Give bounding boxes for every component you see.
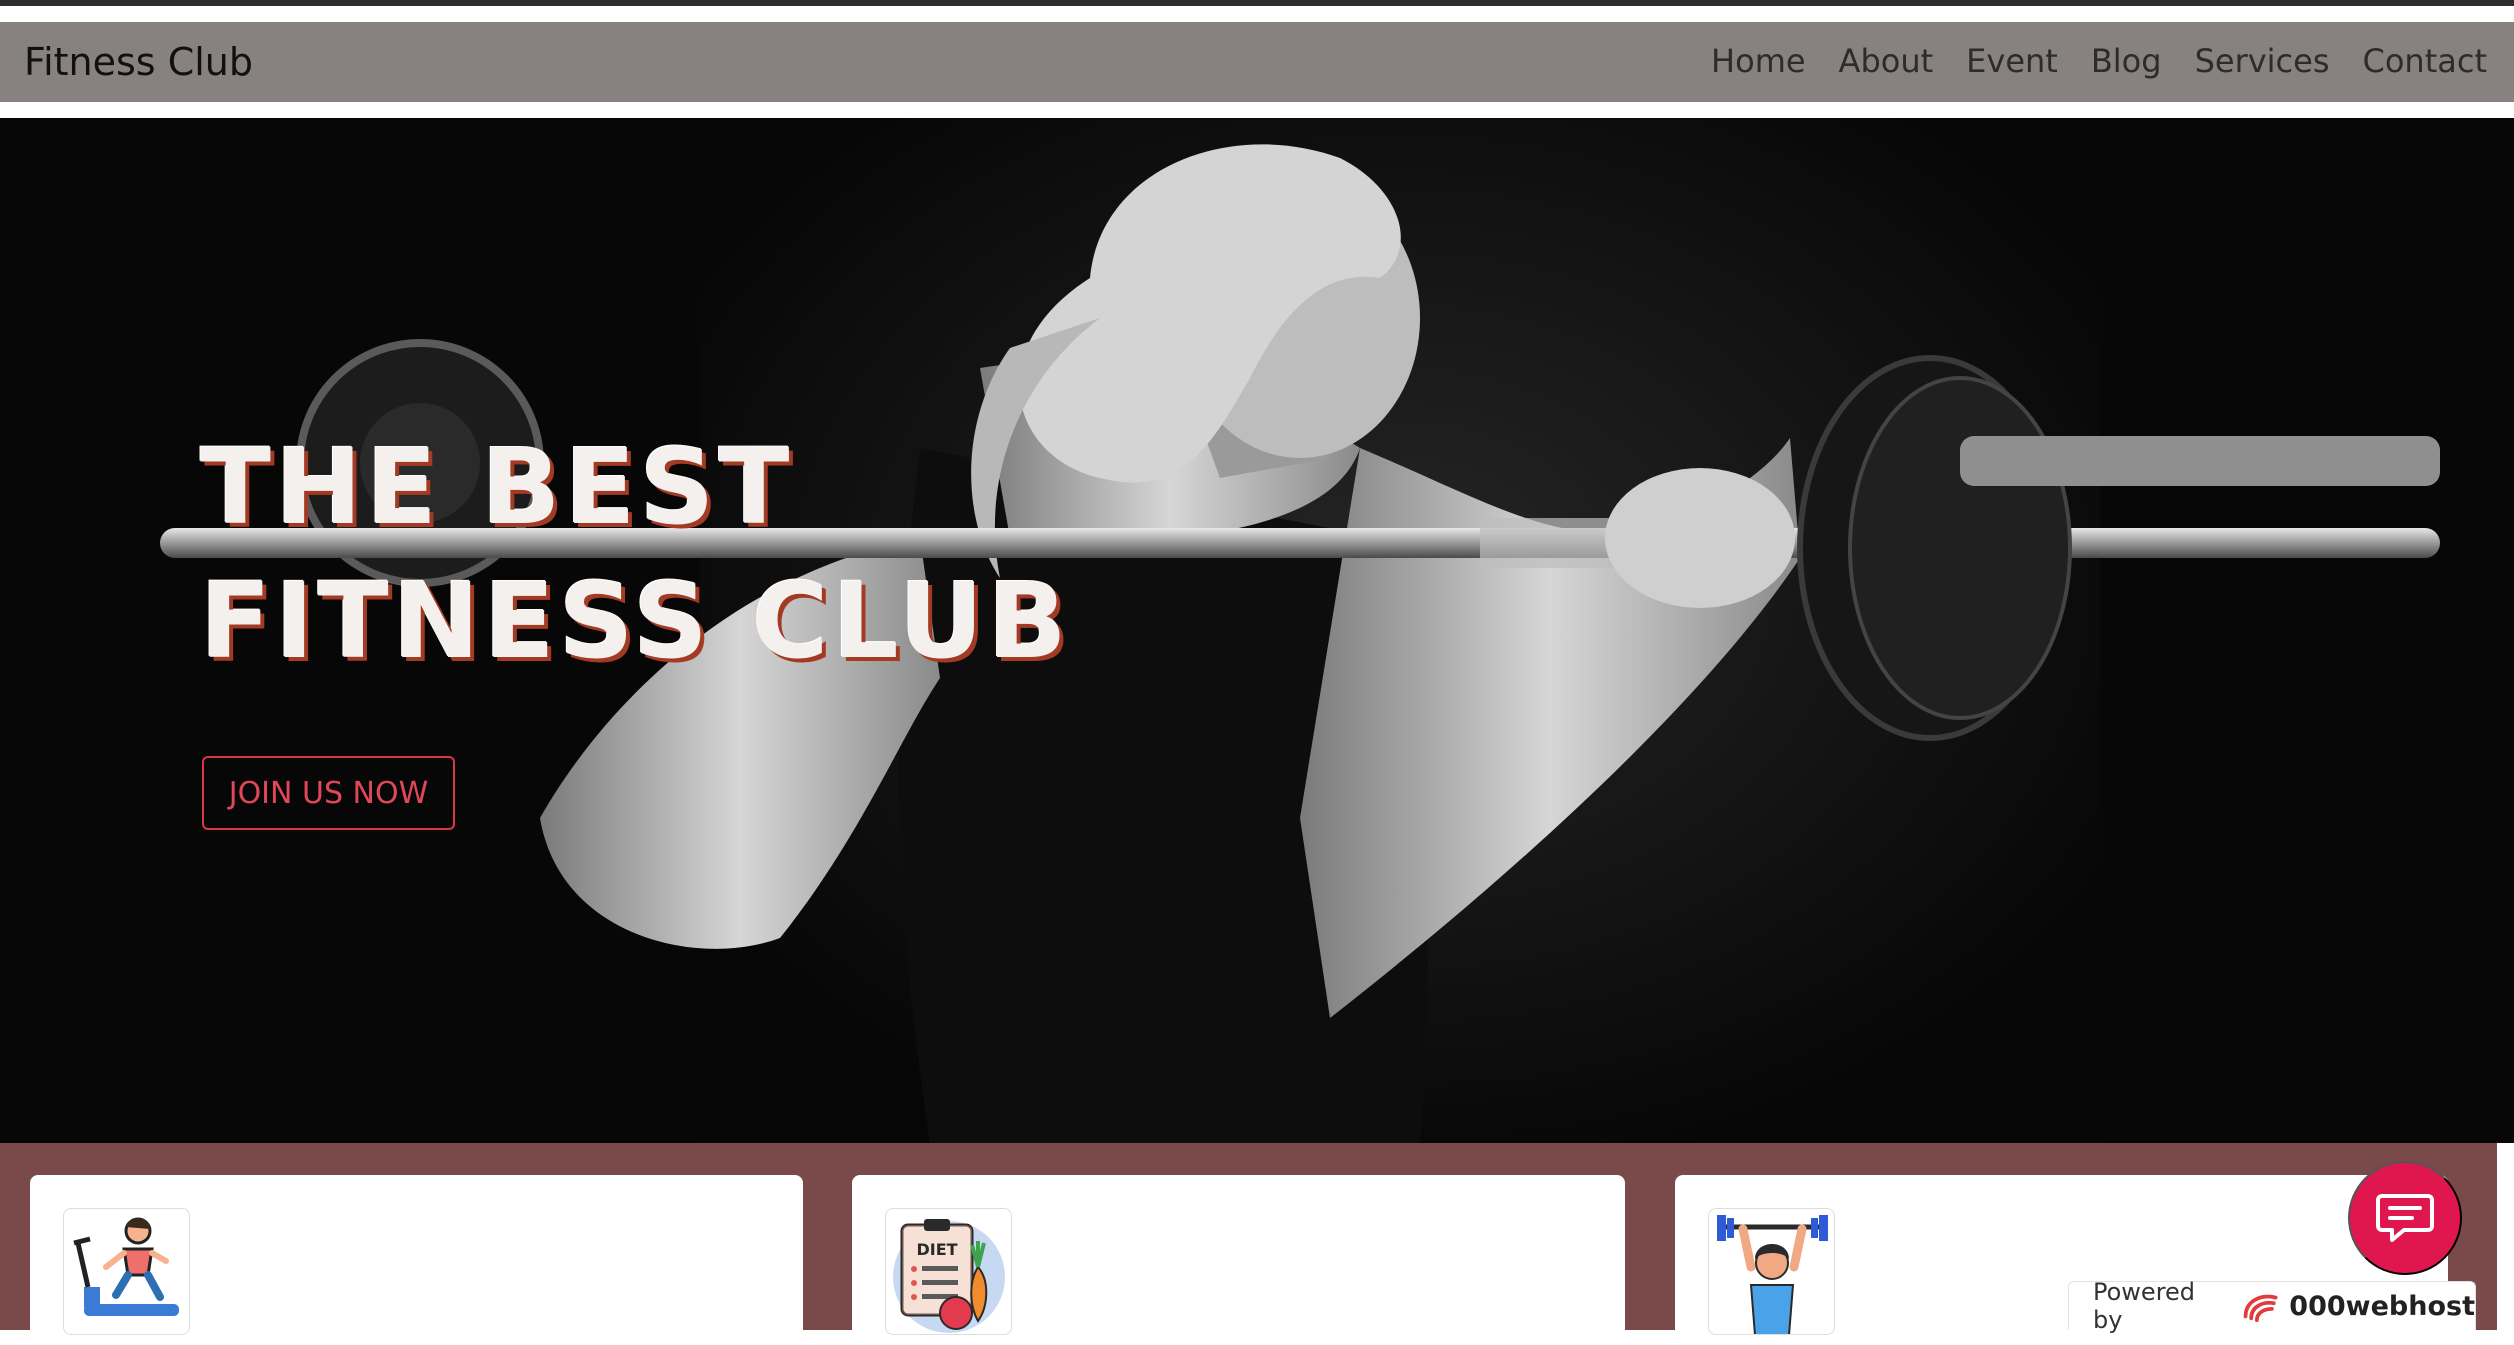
powered-by-badge[interactable]: Powered by 000webhost: [2068, 1278, 2476, 1334]
hero-section: THE BEST FITNESS CLUB JOIN US NOW: [0, 118, 2514, 1143]
navbar: Fitness Club Home About Event Blog Servi…: [0, 22, 2514, 102]
powered-by-brand: 000webhost: [2289, 1290, 2475, 1322]
join-us-button[interactable]: JOIN US NOW: [202, 756, 455, 830]
service-card[interactable]: DIET: [852, 1175, 1625, 1345]
powered-by-label: Powered by: [2093, 1278, 2196, 1334]
nav-link-event[interactable]: Event: [1966, 42, 2058, 80]
treadmill-runner-icon: [63, 1208, 190, 1335]
weightlifter-icon: [1708, 1208, 1835, 1335]
top-border: [0, 0, 2514, 6]
diet-plan-icon: DIET: [885, 1208, 1012, 1335]
nav-links: Home About Event Blog Services Contact: [1678, 42, 2487, 80]
hero-title-line1: THE BEST: [200, 426, 794, 548]
webhost-logo-icon: [2243, 1294, 2278, 1323]
nav-link-blog[interactable]: Blog: [2091, 42, 2162, 80]
nav-link-home[interactable]: Home: [1711, 42, 1806, 80]
nav-link-services[interactable]: Services: [2195, 42, 2330, 80]
svg-text:DIET: DIET: [916, 1240, 957, 1259]
hero-title-line2: FITNESS CLUB: [200, 560, 1071, 682]
chat-button[interactable]: [2348, 1161, 2462, 1275]
service-card[interactable]: [30, 1175, 803, 1345]
nav-link-contact[interactable]: Contact: [2363, 42, 2488, 80]
chat-bubble-icon: [2376, 1194, 2434, 1242]
brand-logo[interactable]: Fitness Club: [24, 40, 253, 84]
nav-link-about[interactable]: About: [1839, 42, 1934, 80]
hero-title: THE BEST FITNESS CLUB: [200, 420, 1071, 688]
